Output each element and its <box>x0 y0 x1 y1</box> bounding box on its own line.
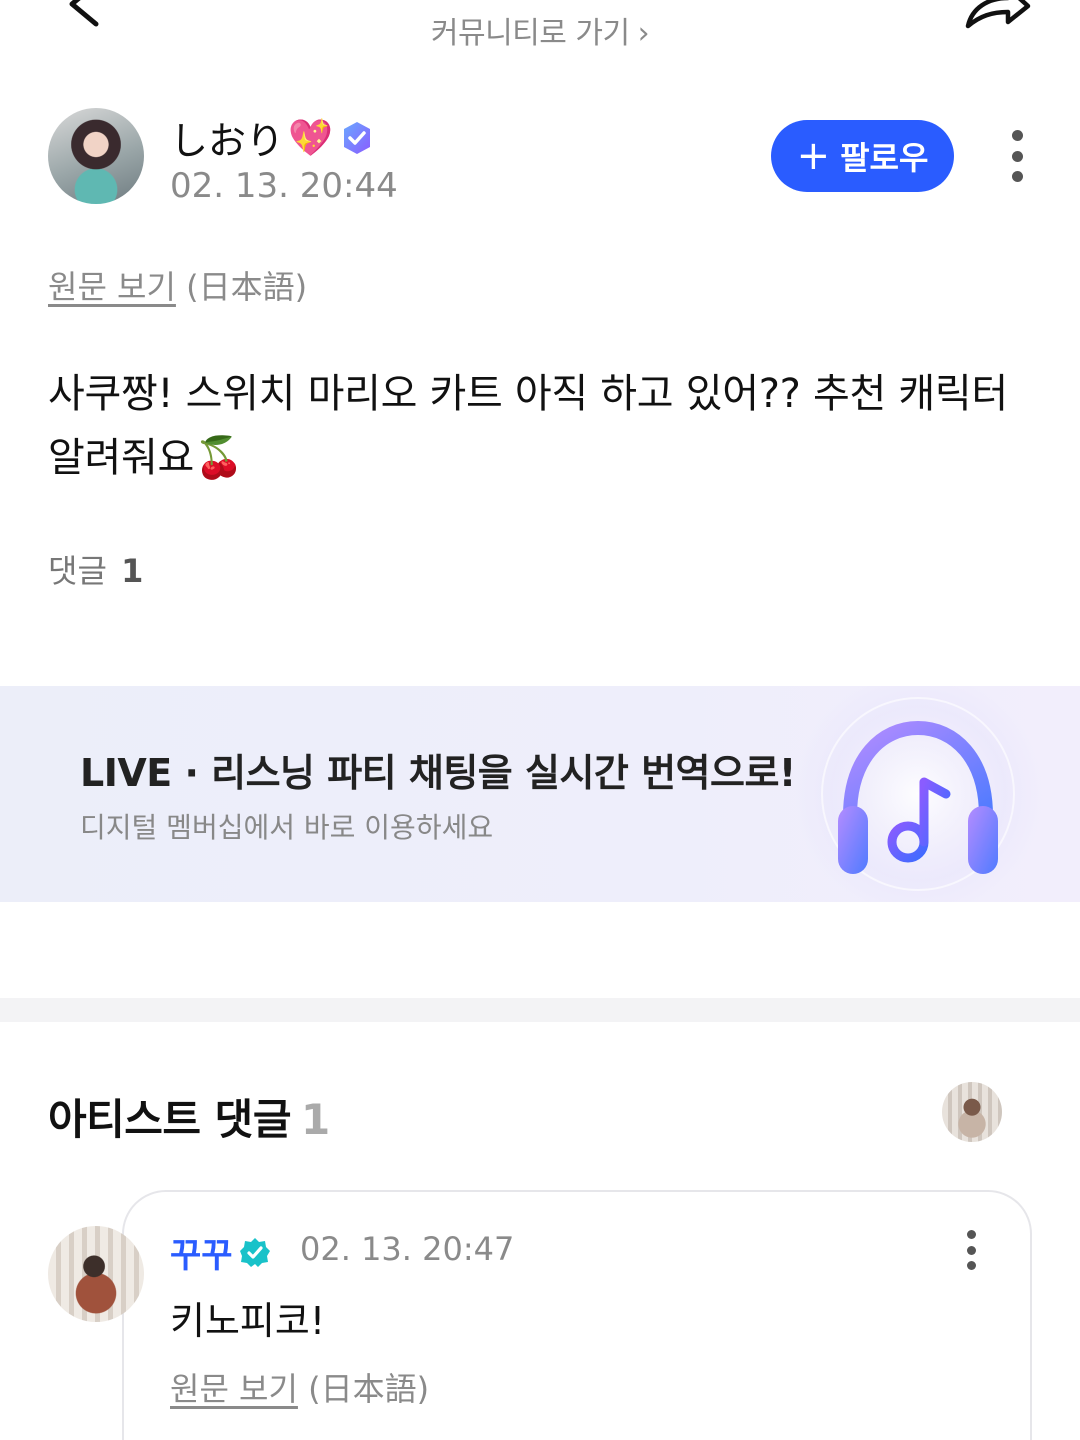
author-name-row[interactable]: しおり 💖 <box>170 110 375 165</box>
post-body: 사쿠짱! 스위치 마리오 카트 아직 하고 있어?? 추천 캐릭터 알려줘요🍒 <box>48 371 1008 481</box>
comment-view-original-link[interactable]: 원문 보기 (日本語) <box>170 1364 429 1410</box>
comment-timestamp: 02. 13. 20:47 <box>300 1230 515 1268</box>
comment-count-value: 1 <box>121 552 144 590</box>
commenter-name-row[interactable]: 꾸꾸 <box>170 1228 271 1277</box>
follow-button[interactable]: + 팔로우 <box>771 120 954 192</box>
verified-artist-icon <box>239 1237 270 1267</box>
section-divider <box>0 998 1080 1022</box>
share-icon[interactable] <box>962 0 1032 30</box>
commenter-name: 꾸꾸 <box>170 1236 233 1276</box>
membership-badge-icon <box>343 121 370 154</box>
comment-count[interactable]: 댓글 1 <box>48 546 143 592</box>
author-avatar[interactable] <box>48 108 144 204</box>
view-original-link[interactable]: 원문 보기 (日本語) <box>48 262 307 308</box>
view-original-label: 원문 보기 <box>48 268 176 306</box>
artist-avatar-small[interactable] <box>942 1082 1002 1142</box>
more-options-icon[interactable] <box>1004 130 1030 182</box>
promo-banner[interactable]: LIVE · 리스닝 파티 채팅을 실시간 번역으로! 디지털 멤버십에서 바로… <box>0 686 1080 902</box>
community-link[interactable]: 커뮤니티로 가기 › <box>0 8 1080 52</box>
comment-count-label: 댓글 <box>48 552 107 590</box>
community-link-label: 커뮤니티로 가기 <box>430 16 630 51</box>
comment-more-options-icon[interactable] <box>964 1230 978 1270</box>
chevron-right-icon: › <box>637 16 650 51</box>
comment-original-language: (日本語) <box>308 1370 430 1408</box>
post-detail-screen: 커뮤니티로 가기 › しおり 💖 02. 13. 20:44 + 팔로우 원문 보… <box>0 0 1080 1440</box>
top-bar: 커뮤니티로 가기 › <box>0 0 1080 60</box>
banner-title: LIVE · 리스닝 파티 채팅을 실시간 번역으로! <box>80 751 796 795</box>
sparkling-heart-emoji: 💖 <box>288 117 333 159</box>
plus-icon: + <box>796 133 831 179</box>
commenter-avatar[interactable] <box>48 1226 144 1322</box>
author-name: しおり <box>170 119 285 163</box>
follow-label: 팔로우 <box>840 139 929 177</box>
comment-text: 키노피코! <box>170 1299 326 1343</box>
banner-subtitle: 디지털 멤버십에서 바로 이용하세요 <box>80 811 494 844</box>
post-timestamp: 02. 13. 20:44 <box>170 166 398 206</box>
artist-comments-count: 1 <box>300 1095 330 1144</box>
artist-comments-label: 아티스트 댓글 <box>48 1095 291 1144</box>
headphones-music-icon <box>794 686 1042 902</box>
artist-comments-title: 아티스트 댓글 1 <box>48 1086 330 1147</box>
comment-view-original-label: 원문 보기 <box>170 1370 298 1408</box>
original-language: (日本語) <box>186 268 308 306</box>
